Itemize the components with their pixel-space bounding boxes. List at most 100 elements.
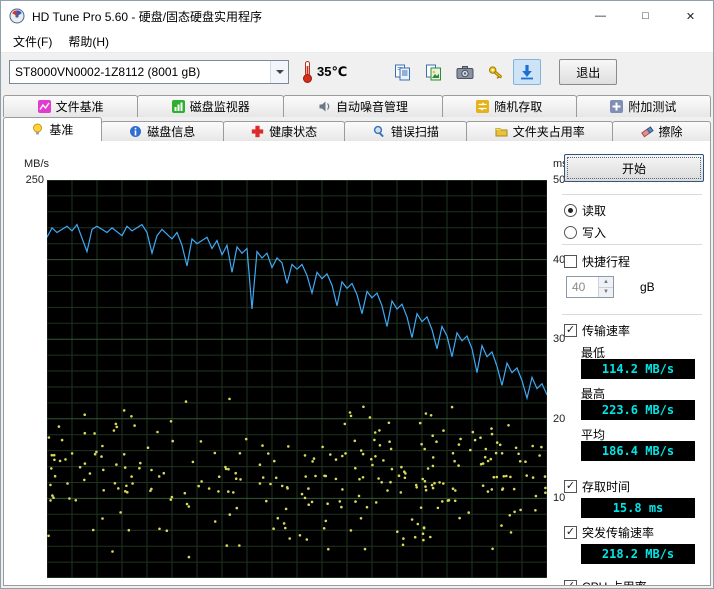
checkbox-cpu-usage[interactable]: CPU 占用率	[564, 578, 647, 586]
transfer-rate-label: 传输速率	[582, 322, 630, 339]
download-button[interactable]	[513, 59, 541, 85]
benchmark-chart	[47, 180, 547, 578]
tab-disk-monitor[interactable]: 磁盘监视器	[137, 95, 284, 117]
checkbox-transfer-rate-control[interactable]	[564, 324, 577, 337]
speaker-icon	[318, 100, 331, 113]
burst-rate-value: 218.2 MB/s	[581, 544, 695, 564]
spinner-buttons: ▲ ▼	[598, 277, 613, 297]
tab-disk-info[interactable]: 磁盘信息	[101, 121, 224, 141]
copy-report-button[interactable]	[389, 59, 417, 85]
exit-button[interactable]: 退出	[559, 59, 617, 85]
copy-report-icon	[394, 64, 412, 81]
tab-row-primary: 基准 磁盘信息 健康状态 错误扫描 文件夹占用率 擦除	[3, 117, 711, 141]
gb-unit-label: gB	[640, 280, 655, 294]
tab-label: 健康状态	[269, 123, 317, 140]
download-icon	[519, 64, 535, 80]
maximize-button[interactable]: □	[623, 1, 668, 31]
minimize-button[interactable]: —	[578, 1, 623, 31]
tab-label: 磁盘信息	[147, 123, 195, 140]
radio-read-label: 读取	[582, 202, 606, 219]
separator	[562, 194, 702, 195]
access-time-label: 存取时间	[582, 478, 630, 495]
copy-image-button[interactable]	[420, 59, 448, 85]
tab-label: 自动噪音管理	[336, 98, 408, 115]
folder-icon	[495, 125, 508, 138]
spin-down-icon[interactable]: ▼	[599, 288, 613, 298]
screenshot-button[interactable]	[451, 59, 479, 85]
short-stroke-label: 快捷行程	[582, 253, 630, 270]
tab-erase[interactable]: 擦除	[612, 121, 711, 141]
lightbulb-icon	[31, 123, 44, 136]
window-controls: — □ ✕	[578, 1, 713, 31]
tab-label: 擦除	[659, 123, 683, 140]
menu-file[interactable]: 文件(F)	[5, 31, 60, 52]
thermometer-icon	[301, 60, 314, 84]
tab-label: 文件夹占用率	[513, 123, 585, 140]
max-speed-value: 223.6 MB/s	[581, 400, 695, 420]
extra-tests-icon	[610, 100, 623, 113]
burst-rate-label: 突发传输速率	[582, 524, 654, 541]
checkbox-access-time[interactable]: 存取时间	[564, 478, 630, 494]
left-axis-unit: MB/s	[24, 158, 49, 170]
checkbox-short-stroke[interactable]: 快捷行程	[564, 253, 630, 269]
tab-label: 磁盘监视器	[190, 98, 250, 115]
random-access-icon	[476, 100, 489, 113]
spin-up-icon[interactable]: ▲	[599, 277, 613, 288]
health-cross-icon	[251, 125, 264, 138]
checkbox-access-time-control[interactable]	[564, 480, 577, 493]
radio-write-label: 写入	[582, 224, 606, 241]
eraser-icon	[641, 125, 654, 138]
toolbar: ST8000VN0002-1Z8112 (8001 gB) 35℃ 退出	[1, 53, 713, 91]
radio-write[interactable]: 写入	[564, 224, 606, 240]
tab-random-access[interactable]: 随机存取	[442, 95, 577, 117]
short-stroke-size-value: 40	[567, 277, 598, 297]
app-icon	[9, 8, 25, 24]
tab-folder-usage[interactable]: 文件夹占用率	[466, 121, 613, 141]
tab-row-secondary: 文件基准 磁盘监视器 自动噪音管理 随机存取 附加测试	[3, 95, 711, 117]
save-results-button[interactable]	[482, 59, 510, 85]
radio-write-control[interactable]	[564, 226, 577, 239]
benchmark-page: MB/s 250 ms 50 40 30 20 10 开始 读取 写入 快捷行程…	[3, 139, 711, 586]
tab-label: 基准	[49, 121, 73, 138]
min-speed-value: 114.2 MB/s	[581, 359, 695, 379]
tab-benchmark[interactable]: 基准	[3, 117, 102, 141]
tab-label: 错误扫描	[391, 123, 439, 140]
start-button[interactable]: 开始	[564, 154, 704, 182]
checkbox-burst-rate[interactable]: 突发传输速率	[564, 524, 654, 540]
tab-extra-tests[interactable]: 附加测试	[576, 95, 711, 117]
temperature-value: 35℃	[317, 64, 347, 80]
cpu-usage-label: CPU 占用率	[582, 578, 647, 587]
file-benchmark-icon	[38, 100, 51, 113]
menubar: 文件(F) 帮助(H)	[1, 31, 713, 53]
checkbox-transfer-rate[interactable]: 传输速率	[564, 322, 630, 338]
short-stroke-size-input[interactable]: 40 ▲ ▼	[566, 276, 614, 298]
tab-file-benchmark[interactable]: 文件基准	[3, 95, 138, 117]
chevron-down-icon[interactable]	[270, 61, 288, 83]
toolbar-buttons	[389, 59, 541, 85]
tab-auto-acoustic[interactable]: 自动噪音管理	[283, 95, 442, 117]
separator	[562, 314, 702, 315]
drive-select-value: ST8000VN0002-1Z8112 (8001 gB)	[15, 65, 270, 79]
window-title: HD Tune Pro 5.60 - 硬盘/固态硬盘实用程序	[32, 8, 578, 25]
tab-error-scan[interactable]: 错误扫描	[344, 121, 467, 141]
save-results-icon	[487, 64, 505, 81]
tab-health[interactable]: 健康状态	[223, 121, 346, 141]
info-icon	[129, 125, 142, 138]
tab-label: 随机存取	[494, 98, 542, 115]
checkbox-short-stroke-control[interactable]	[564, 255, 577, 268]
access-time-value: 15.8 ms	[581, 498, 695, 518]
magnifier-icon	[373, 125, 386, 138]
right-axis-tick: 20	[553, 413, 565, 425]
tab-label: 附加测试	[628, 98, 676, 115]
avg-speed-value: 186.4 MB/s	[581, 441, 695, 461]
camera-icon	[456, 64, 474, 81]
radio-read-control[interactable]	[564, 204, 577, 217]
drive-select[interactable]: ST8000VN0002-1Z8112 (8001 gB)	[9, 60, 289, 84]
radio-read[interactable]: 读取	[564, 202, 606, 218]
left-axis-tick: 250	[24, 174, 44, 186]
separator	[562, 244, 702, 245]
menu-help[interactable]: 帮助(H)	[60, 31, 117, 52]
close-button[interactable]: ✕	[668, 1, 713, 31]
checkbox-burst-rate-control[interactable]	[564, 526, 577, 539]
checkbox-cpu-usage-control[interactable]	[564, 580, 577, 587]
